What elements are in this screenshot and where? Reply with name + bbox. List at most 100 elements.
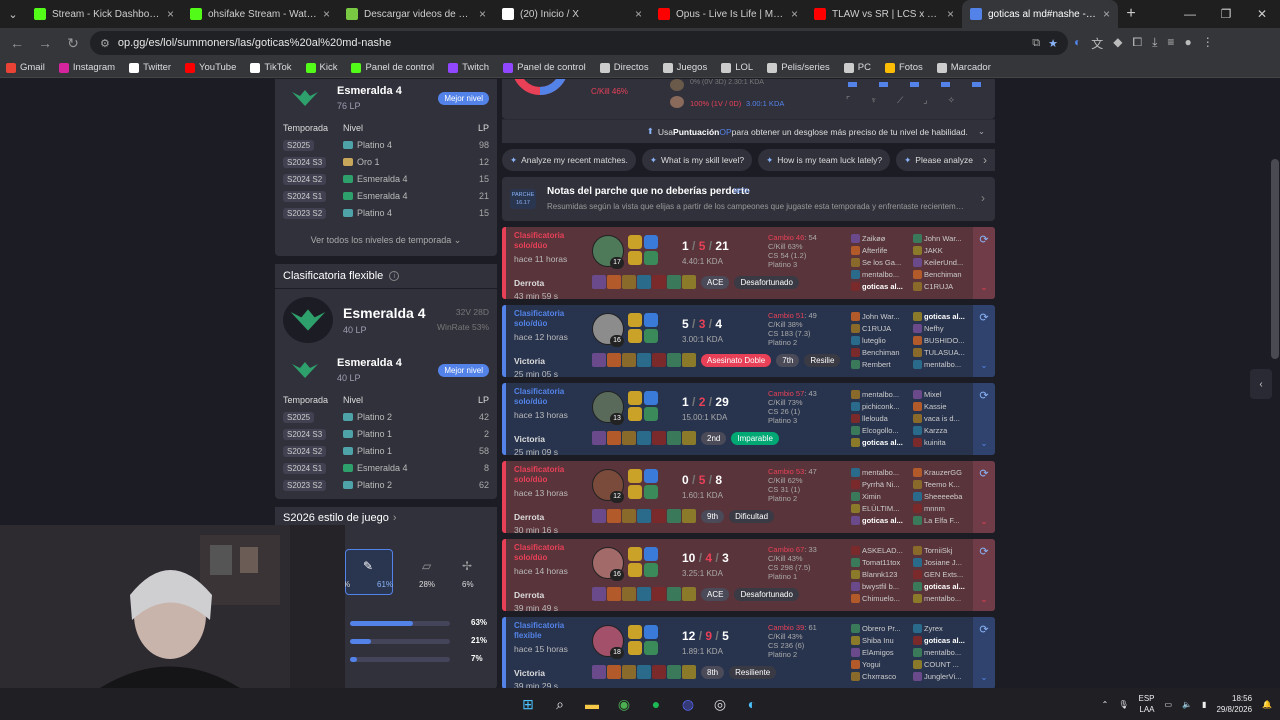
item-icon[interactable]	[592, 431, 606, 445]
player-entry[interactable]: Pyrrhä Ni...	[851, 479, 909, 490]
back-icon[interactable]: ←	[6, 35, 28, 51]
item-icon[interactable]	[652, 665, 666, 679]
player-entry[interactable]: JAKK	[913, 245, 971, 256]
browser-tab[interactable]: (20) Inicio / X ×	[494, 0, 650, 28]
bookmark-item[interactable]: Kick	[305, 62, 337, 73]
player-entry[interactable]: mnnm	[913, 503, 971, 514]
item-icon[interactable]	[667, 587, 681, 601]
expand-chevron-icon[interactable]: ⌄	[980, 516, 988, 527]
player-entry[interactable]: KrauzerGG	[913, 467, 971, 478]
player-entry[interactable]: Sheeeeeba	[913, 491, 971, 502]
app-icon[interactable]: ◐	[742, 694, 762, 714]
item-icon[interactable]	[682, 275, 696, 289]
player-entry[interactable]: Tomat11tox	[851, 557, 909, 568]
item-icon[interactable]	[667, 275, 681, 289]
item-icon[interactable]	[637, 431, 651, 445]
player-entry[interactable]: JunglerVi...	[913, 671, 971, 682]
bookmark-item[interactable]: Directos	[599, 62, 649, 73]
item-icon[interactable]	[652, 275, 666, 289]
side-panel-toggle[interactable]: ‹	[1250, 369, 1272, 399]
spotify-icon[interactable]: ●	[646, 694, 666, 714]
battery-icon[interactable]: ▮	[1202, 700, 1206, 709]
new-tab-button[interactable]: +	[1118, 0, 1144, 28]
match-card[interactable]: Clasificatoria solo/dúo hace 11 horas Derr…	[502, 227, 995, 299]
player-entry[interactable]: KeilerUnd...	[913, 257, 971, 268]
player-entry[interactable]: Nefhy	[913, 323, 971, 334]
expand-chevron-icon[interactable]: ⌄	[980, 594, 988, 605]
discord-icon[interactable]: ◍	[678, 694, 698, 714]
ai-prompt-chip[interactable]: ✦ How is my team luck lately?	[758, 149, 891, 171]
spell-rune-icon[interactable]	[644, 485, 658, 499]
close-window-icon[interactable]: ✕	[1244, 0, 1280, 28]
player-entry[interactable]: Chimuelo...	[851, 593, 909, 604]
item-icon[interactable]	[682, 509, 696, 523]
spell-rune-icon[interactable]	[644, 251, 658, 265]
spell-rune-icon[interactable]	[628, 485, 642, 499]
spell-rune-icon[interactable]	[628, 391, 642, 405]
search-icon[interactable]: ⌕	[550, 694, 570, 714]
player-entry[interactable]: Se los Ga...	[851, 257, 909, 268]
player-entry[interactable]: Benchiman	[913, 269, 971, 280]
tab-search-icon[interactable]: ⌄	[0, 0, 26, 28]
bookmark-item[interactable]: Marcador	[936, 62, 991, 73]
player-entry[interactable]: COUNT ...	[913, 659, 971, 670]
bookmark-item[interactable]: Gmail	[6, 62, 45, 73]
spell-rune-icon[interactable]	[644, 329, 658, 343]
item-icon[interactable]	[607, 353, 621, 367]
item-icon[interactable]	[622, 431, 636, 445]
tab-close-icon[interactable]: ×	[167, 7, 174, 21]
spell-rune-icon[interactable]	[628, 251, 642, 265]
bookmark-item[interactable]: Juegos	[662, 62, 707, 73]
item-icon[interactable]	[652, 509, 666, 523]
player-entry[interactable]: C1RUJA	[913, 281, 971, 292]
ai-prompt-chip[interactable]: ✦ What is my skill level?	[641, 149, 753, 171]
ai-analysis-icon[interactable]: ⟳	[979, 545, 988, 558]
match-card[interactable]: Clasificatoria solo/dúo hace 14 horas Derr…	[502, 539, 995, 611]
match-card[interactable]: Clasificatoria solo/dúo hace 13 horas Vict…	[502, 383, 995, 455]
player-entry[interactable]: goticas al...	[913, 581, 971, 592]
ai-analysis-icon[interactable]: ⟳	[979, 389, 988, 402]
spell-rune-icon[interactable]	[628, 547, 642, 561]
forward-icon[interactable]: →	[34, 35, 56, 51]
tab-close-icon[interactable]: ×	[947, 7, 954, 21]
bookmark-item[interactable]: Panel de control	[351, 62, 434, 73]
item-icon[interactable]	[667, 431, 681, 445]
item-icon[interactable]	[622, 275, 636, 289]
player-entry[interactable]: goticas al...	[851, 437, 909, 448]
player-entry[interactable]: vaca is d...	[913, 413, 971, 424]
match-card[interactable]: Clasificatoria solo/dúo hace 12 horas Vict…	[502, 305, 995, 377]
extension-icon[interactable]: ◆	[1113, 35, 1122, 52]
item-icon[interactable]	[607, 509, 621, 523]
reload-icon[interactable]: ↻	[62, 35, 84, 52]
bookmark-star-icon[interactable]: ★	[1048, 37, 1058, 50]
item-icon[interactable]	[652, 353, 666, 367]
player-entry[interactable]: ELÜLTIM...	[851, 503, 909, 514]
browser-tab[interactable]: goticas al md#nashe - Estadísticas ×	[962, 0, 1118, 28]
item-icon[interactable]	[607, 431, 621, 445]
spell-rune-icon[interactable]	[644, 391, 658, 405]
player-entry[interactable]: Mixel	[913, 389, 971, 400]
player-entry[interactable]: Elcogollo...	[851, 425, 909, 436]
extension-icon[interactable]: ◐	[1074, 35, 1081, 52]
browser-tab[interactable]: Descargar videos de YouTube ×	[338, 0, 494, 28]
bookmark-item[interactable]: LOL	[721, 62, 753, 73]
tab-close-icon[interactable]: ×	[791, 7, 798, 21]
item-icon[interactable]	[607, 665, 621, 679]
player-entry[interactable]: goticas al...	[851, 515, 909, 526]
item-icon[interactable]	[592, 353, 606, 367]
item-icon[interactable]	[622, 509, 636, 523]
item-icon[interactable]	[682, 665, 696, 679]
item-icon[interactable]	[637, 509, 651, 523]
windows-start-icon[interactable]: ⊞	[518, 694, 538, 714]
player-entry[interactable]: mentalbo...	[851, 389, 909, 400]
spell-rune-icon[interactable]	[644, 235, 658, 249]
player-entry[interactable]: mentalbo...	[913, 593, 971, 604]
ai-analysis-icon[interactable]: ⟳	[979, 467, 988, 480]
player-entry[interactable]: Zyrex	[913, 623, 971, 634]
player-entry[interactable]: Chxrrasco	[851, 671, 909, 682]
item-icon[interactable]	[622, 665, 636, 679]
bookmark-item[interactable]: Fotos	[884, 62, 923, 73]
translate-icon[interactable]: 文	[1091, 35, 1103, 52]
spell-rune-icon[interactable]	[644, 641, 658, 655]
player-entry[interactable]: ASKELAD...	[851, 545, 909, 556]
